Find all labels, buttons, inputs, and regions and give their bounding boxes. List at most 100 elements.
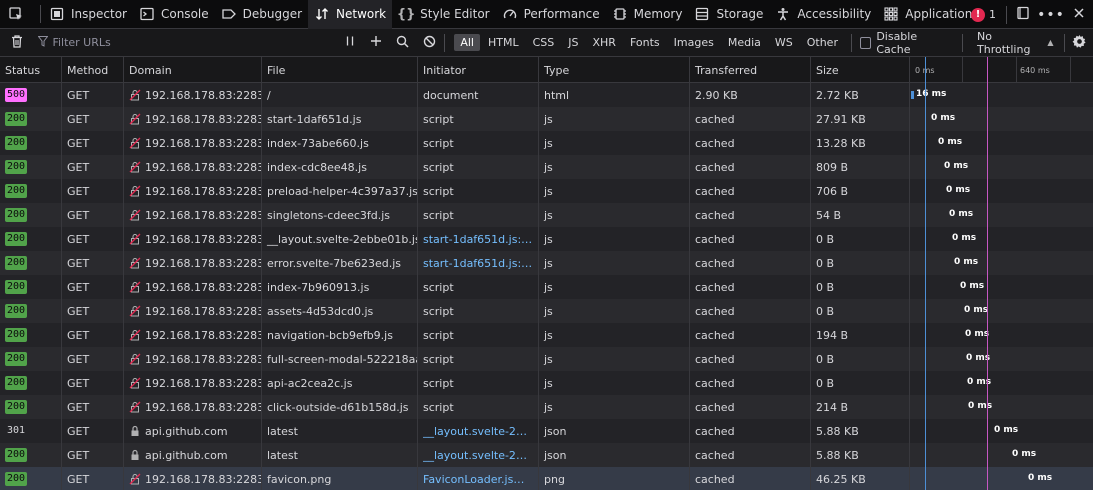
waterfall-tick-label: 640 ms <box>1020 66 1050 75</box>
domain-text: 192.168.178.83:2283 <box>145 256 262 270</box>
initiator-link[interactable]: __layout.svelte-2eb... <box>423 425 533 438</box>
insecure-lock-icon <box>129 305 141 317</box>
status-badge: 200 <box>5 328 28 342</box>
table-row[interactable]: 200 GET 192.168.178.83:2283 click-outside-d… <box>0 395 1093 419</box>
domain-text: 192.168.178.83:2283 <box>145 328 262 342</box>
type-filter-xhr[interactable]: XHR <box>587 34 622 51</box>
type-filter-other[interactable]: Other <box>801 34 844 51</box>
initiator-cell[interactable]: __layout.svelte-2eb... <box>418 443 539 467</box>
type-filter-js[interactable]: JS <box>562 34 584 51</box>
initiator-cell[interactable]: start-1daf651d.js:1 (s... <box>418 227 539 251</box>
column-header-status[interactable]: Status <box>0 57 62 83</box>
error-count-button[interactable]: ! 1 <box>963 7 1004 22</box>
initiator-link[interactable]: __layout.svelte-2eb... <box>423 449 533 462</box>
file-cell: singletons-cdeec3fd.js <box>262 203 418 227</box>
method-cell: GET <box>62 227 124 251</box>
column-header-file[interactable]: File <box>262 57 418 83</box>
tab-console[interactable]: Console <box>133 0 215 29</box>
domain-text: 192.168.178.83:2283 <box>145 88 262 102</box>
column-header-size[interactable]: Size <box>811 57 910 83</box>
initiator-link[interactable]: FaviconLoader.jsm:1... <box>423 473 533 486</box>
block-requests-button[interactable] <box>416 29 442 57</box>
waterfall-gridline <box>962 57 963 83</box>
close-toolbox-button[interactable] <box>1065 0 1093 29</box>
clear-requests-button[interactable] <box>4 29 30 57</box>
tab-performance[interactable]: Performance <box>496 0 606 29</box>
type-filter-css[interactable]: CSS <box>527 34 561 51</box>
table-row[interactable]: 200 GET 192.168.178.83:2283 api-ac2cea2c.js… <box>0 371 1093 395</box>
more-options-button[interactable]: ••• <box>1037 0 1065 29</box>
type-filter-fonts[interactable]: Fonts <box>624 34 666 51</box>
initiator-link[interactable]: start-1daf651d.js:1 (s... <box>423 233 533 246</box>
domain-text: 192.168.178.83:2283 <box>145 376 262 390</box>
type-filter-ws[interactable]: WS <box>769 34 799 51</box>
table-row[interactable]: 200 GET 192.168.178.83:2283 index-7b960913.… <box>0 275 1093 299</box>
toolbox-controls: ! 1 ••• <box>963 0 1093 29</box>
initiator-cell: script <box>418 203 539 227</box>
pause-button[interactable] <box>337 29 363 57</box>
tab-memory[interactable]: Memory <box>606 0 689 29</box>
type-cell: js <box>539 371 690 395</box>
method-cell: GET <box>62 299 124 323</box>
tab-debugger[interactable]: Debugger <box>215 0 308 29</box>
element-picker-icon <box>8 6 24 22</box>
table-row[interactable]: 200 GET 192.168.178.83:2283 favicon.png Favi… <box>0 467 1093 490</box>
network-settings-button[interactable] <box>1067 29 1093 57</box>
table-row[interactable]: 200 GET 192.168.178.83:2283 preload-helper-… <box>0 179 1093 203</box>
tab-style-editor[interactable]: {} Style Editor <box>392 0 495 29</box>
element-picker-button[interactable] <box>0 0 38 29</box>
type-filter-images[interactable]: Images <box>668 34 720 51</box>
column-header-waterfall[interactable]: 0 ms 640 ms <box>910 57 1093 83</box>
table-row[interactable]: 200 GET 192.168.178.83:2283 index-73abe660.… <box>0 131 1093 155</box>
disable-cache-checkbox[interactable]: Disable Cache <box>859 30 950 56</box>
type-filter-html[interactable]: HTML <box>482 34 525 51</box>
checkbox-box[interactable] <box>859 36 872 49</box>
table-row[interactable]: 200 GET api.github.com latest __layout.svelt… <box>0 443 1093 467</box>
table-row[interactable]: 500 GET 192.168.178.83:2283/document html 2.… <box>0 83 1093 107</box>
table-row[interactable]: 200 GET 192.168.178.83:2283 singletons-cdee… <box>0 203 1093 227</box>
search-button[interactable] <box>390 29 416 57</box>
status-cell: 200 <box>0 395 62 419</box>
domain-cell: 192.168.178.83:2283 <box>124 347 262 371</box>
column-header-initiator[interactable]: Initiator <box>418 57 539 83</box>
initiator-text: script <box>423 280 454 294</box>
waterfall-cell: 16 ms <box>910 83 1093 107</box>
table-row[interactable]: 200 GET 192.168.178.83:2283 full-screen-mod… <box>0 347 1093 371</box>
column-header-domain[interactable]: Domain <box>124 57 262 83</box>
table-row[interactable]: 200 GET 192.168.178.83:2283 error.svelte-7b… <box>0 251 1093 275</box>
timing-label: 0 ms <box>954 257 979 267</box>
type-filter-media[interactable]: Media <box>722 34 767 51</box>
initiator-cell: script <box>418 347 539 371</box>
initiator-cell[interactable]: FaviconLoader.jsm:1... <box>418 467 539 490</box>
initiator-cell[interactable]: __layout.svelte-2eb... <box>418 419 539 443</box>
debugger-icon <box>221 6 237 22</box>
initiator-link[interactable]: start-1daf651d.js:1 (s... <box>423 257 533 270</box>
type-filter-all[interactable]: All <box>454 34 480 51</box>
table-row[interactable]: 200 GET 192.168.178.83:2283 start-1daf651d.… <box>0 107 1093 131</box>
method-cell: GET <box>62 179 124 203</box>
tab-accessibility[interactable]: Accessibility <box>769 0 877 29</box>
table-row[interactable]: 200 GET 192.168.178.83:2283 index-cdc8ee48.… <box>0 155 1093 179</box>
new-request-button[interactable] <box>363 29 389 57</box>
domain-cell: 192.168.178.83:2283 <box>124 299 262 323</box>
filter-urls-input[interactable] <box>52 36 333 49</box>
size-cell: 0 B <box>811 275 910 299</box>
initiator-cell[interactable]: start-1daf651d.js:1 (s... <box>418 251 539 275</box>
size-cell: 194 B <box>811 323 910 347</box>
table-row[interactable]: 200 GET 192.168.178.83:2283 assets-4d53dcd0… <box>0 299 1093 323</box>
domain-cell: 192.168.178.83:2283 <box>124 179 262 203</box>
column-header-transferred[interactable]: Transferred <box>690 57 811 83</box>
table-row[interactable]: 200 GET 192.168.178.83:2283 navigation-bcb9… <box>0 323 1093 347</box>
column-header-method[interactable]: Method <box>62 57 124 83</box>
transferred-cell: cached <box>690 251 811 275</box>
tab-inspector[interactable]: Inspector <box>43 0 133 29</box>
table-row[interactable]: 301 GET api.github.com latest __layout.svelt… <box>0 419 1093 443</box>
tab-storage[interactable]: Storage <box>688 0 769 29</box>
status-cell: 500 <box>0 83 62 107</box>
dock-mode-button[interactable] <box>1009 0 1037 29</box>
column-header-type[interactable]: Type <box>539 57 690 83</box>
tab-network[interactable]: Network <box>308 0 393 29</box>
throttling-select[interactable]: No Throttling ▲ <box>977 30 1054 56</box>
domain-cell: 192.168.178.83:2283 <box>124 131 262 155</box>
table-row[interactable]: 200 GET 192.168.178.83:2283 __layout.svelte… <box>0 227 1093 251</box>
